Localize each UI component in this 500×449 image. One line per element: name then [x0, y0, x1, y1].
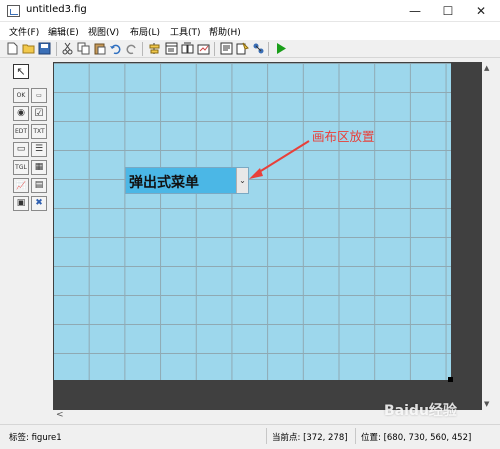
table-tool[interactable]: ▦: [31, 160, 47, 175]
copy-icon[interactable]: [77, 42, 90, 55]
toolbar-separator: [214, 42, 215, 56]
paste-icon[interactable]: [93, 42, 106, 55]
popup-menu-label: 弹出式菜单: [129, 175, 199, 191]
menu-help[interactable]: 帮助(H): [209, 25, 241, 38]
object-browser-icon[interactable]: [252, 42, 265, 55]
radio-button-tool[interactable]: ◉: [13, 106, 29, 121]
window-title: untitled3.fig: [26, 4, 87, 15]
mfile-editor-icon[interactable]: [220, 42, 233, 55]
minimize-button[interactable]: —: [400, 0, 430, 22]
slider-tool[interactable]: ▭: [31, 88, 47, 103]
dropdown-arrow-icon[interactable]: ⌄: [236, 168, 248, 193]
redo-icon[interactable]: [125, 42, 138, 55]
menu-file[interactable]: 文件(F): [9, 25, 39, 38]
undo-icon[interactable]: [109, 42, 122, 55]
edit-text-tool[interactable]: EDT: [13, 124, 29, 139]
close-button[interactable]: ✕: [466, 0, 496, 22]
toolbar-separator: [142, 42, 143, 56]
new-icon[interactable]: [6, 42, 19, 55]
run-icon[interactable]: [274, 42, 287, 55]
annotation-text: 画布区放置: [312, 129, 375, 144]
layout-canvas[interactable]: [54, 63, 451, 380]
vertical-scrollbar[interactable]: ▲ ▼: [482, 62, 494, 410]
save-icon[interactable]: [38, 42, 51, 55]
panel-tool[interactable]: ▤: [31, 178, 47, 193]
status-divider: [266, 428, 267, 444]
toolbar-separator: [56, 42, 57, 56]
button-group-tool[interactable]: ▣: [13, 196, 29, 211]
menu-editor-icon[interactable]: [165, 42, 178, 55]
scroll-down-icon[interactable]: ▼: [484, 400, 489, 408]
popup-menu-tool[interactable]: ▭: [13, 142, 29, 157]
scroll-up-icon[interactable]: ▲: [484, 64, 489, 72]
menu-edit[interactable]: 编辑(E): [48, 25, 79, 38]
baidu-watermark: Baidu经验: [384, 403, 457, 419]
status-bar: 标签: figure1 当前点: [372, 278] 位置: [680, 73…: [0, 424, 500, 449]
static-text-tool[interactable]: TXT: [31, 124, 47, 139]
select-tool-button[interactable]: ↖: [13, 64, 29, 79]
toggle-button-tool[interactable]: TGL: [13, 160, 29, 175]
status-current-point: 当前点: [372, 278]: [272, 433, 348, 443]
push-button-tool[interactable]: OK: [13, 88, 29, 103]
align-icon[interactable]: [148, 42, 161, 55]
popup-menu-control[interactable]: 弹出式菜单 ⌄: [125, 167, 249, 194]
checkbox-tool[interactable]: ☑: [31, 106, 47, 121]
tab-order-icon[interactable]: [181, 42, 194, 55]
menu-layout[interactable]: 布局(L): [130, 25, 160, 38]
menu-view[interactable]: 视图(V): [88, 25, 119, 38]
cut-icon[interactable]: [61, 42, 74, 55]
axes-tool[interactable]: 📈: [13, 178, 29, 193]
listbox-tool[interactable]: ☰: [31, 142, 47, 157]
toolbar-editor-icon[interactable]: [197, 42, 210, 55]
status-tag: 标签: figure1: [9, 433, 62, 443]
open-icon[interactable]: [22, 42, 35, 55]
menu-bar: 文件(F) 编辑(E) 视图(V) 布局(L) 工具(T) 帮助(H): [0, 22, 500, 40]
toolbar-separator: [268, 42, 269, 56]
menu-tools[interactable]: 工具(T): [170, 25, 201, 38]
scroll-left-icon[interactable]: <: [56, 410, 64, 420]
activex-tool[interactable]: ✖: [31, 196, 47, 211]
status-position: 位置: [680, 730, 560, 452]: [361, 433, 472, 443]
figure-app-icon: [7, 5, 20, 17]
property-inspector-icon[interactable]: [236, 42, 249, 55]
maximize-button[interactable]: ☐: [433, 0, 463, 22]
toolbar: [0, 40, 500, 58]
figure-resize-handle[interactable]: [448, 377, 453, 382]
title-bar: untitled3.fig — ☐ ✕: [0, 0, 500, 22]
component-palette: ↖ OK ▭ ◉ ☑ EDT TXT ▭ ☰ TGL ▦ 📈 ▤ ▣ ✖: [9, 62, 49, 222]
status-divider: [355, 428, 356, 444]
